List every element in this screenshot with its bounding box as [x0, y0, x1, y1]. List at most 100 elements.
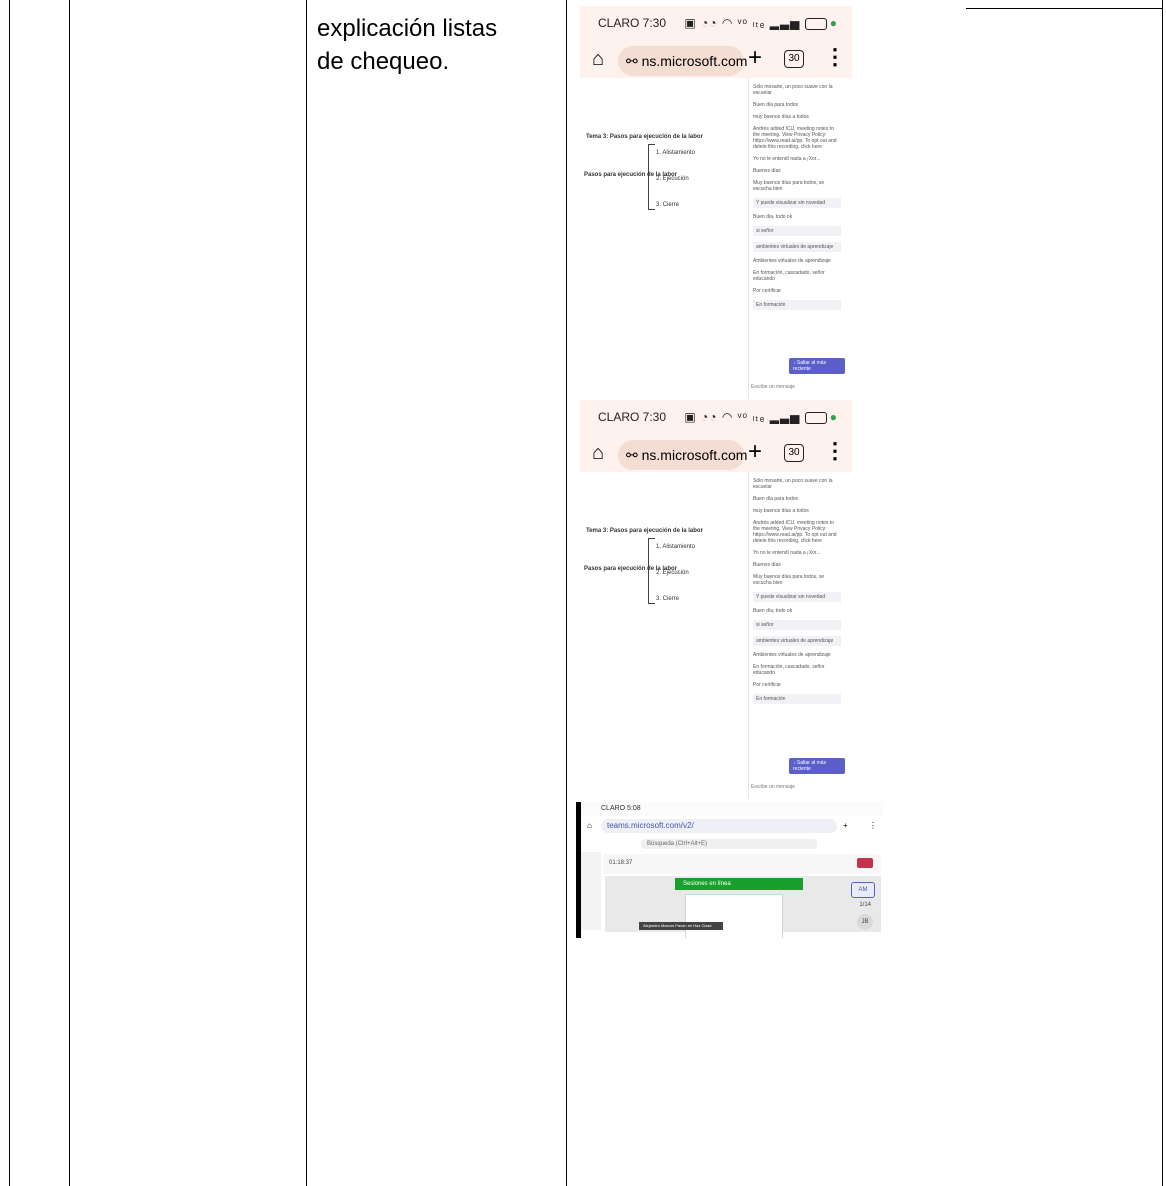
chat-message: Buen día para todos [753, 102, 799, 108]
chat-compose-box: Escribe un mensaje [751, 784, 795, 790]
more-menu-icon: ⋮ [869, 821, 877, 830]
tablet-status-bar: CLARO 5:08 [581, 802, 883, 816]
teams-content: Tema 3: Pasos para ejecución de la labor… [580, 78, 852, 398]
slide-item-3: 3. Cierre [656, 596, 680, 602]
app-rail [581, 852, 601, 930]
more-menu-icon: ⋮ [824, 44, 846, 69]
activity-description: explicación listas de chequeo. [317, 12, 557, 78]
address-bar: ⚯ ns.microsoft.com [618, 46, 747, 76]
chat-message: Sólo mosarte, un poco suave con la escue… [753, 478, 833, 490]
slide-item-1: 1. Alistamiento [656, 150, 696, 156]
evidence-screenshot-1: CLARO 7:30 ▣ ◔◔ ◠ ᵛᵒ ₗₜₑ ▂▃▅ ● ⌂ ⚯ ns.mi… [580, 6, 852, 398]
evidence-screenshot-3: CLARO 5:08 ⌂ teams.microsoft.com/v2/ + ⋮… [576, 802, 883, 938]
slide-item-2: 2. Ejecución [656, 570, 689, 576]
chat-message: En formación [753, 694, 841, 704]
address-url: ns.microsoft.com [641, 447, 748, 463]
chat-message: Buen día, todo ok [753, 608, 793, 614]
shared-content-title: Sesiones en línea [675, 878, 803, 890]
chat-message: Andrés added ICU, meeting notes to the m… [753, 126, 837, 150]
chat-message: Muy buenos días para todos, se escucha b… [753, 574, 825, 586]
slide-title: Tema 3: Pasos para ejecución de la labor [586, 528, 703, 534]
notification-dot-icon: ● [829, 410, 838, 424]
chat-message: Sólo mosarte, un poco suave con la escue… [753, 84, 833, 96]
chat-message: En formación [753, 300, 841, 310]
chat-message: Y puede visualizar sin novedad [753, 198, 841, 208]
chat-message: Buen día para todos [753, 496, 799, 502]
new-tab-icon: + [748, 438, 763, 465]
activity-description-line-2: de chequeo. [317, 48, 450, 75]
new-tab-icon: + [843, 821, 848, 830]
slide-item-3: 3. Cierre [656, 202, 680, 208]
table-row-divider [966, 8, 1163, 9]
call-timer: 01:18:37 [609, 860, 633, 866]
carrier-time: CLARO 5:08 [601, 805, 641, 812]
status-icons: ▣ ◔◔ ◠ ᵛᵒ ₗₜₑ ▂▃▅ ● [684, 410, 838, 424]
home-icon: ⌂ [592, 442, 605, 464]
chat-message: muy buenos días a todos [753, 114, 809, 120]
teams-content: Tema 3: Pasos para ejecución de la labor… [580, 472, 852, 798]
battery-icon [804, 17, 827, 30]
new-tab-icon: + [748, 44, 763, 71]
browser-toolbar: ⌂ ⚯ ns.microsoft.com + 30 ⋮ [580, 438, 852, 474]
chat-message: Y puede visualizar sin novedad [753, 592, 841, 602]
meeting-chat: Sólo mosarte, un poco suave con la escue… [748, 78, 845, 398]
chat-message: Buen día, todo ok [753, 214, 793, 220]
notification-dot-icon: ● [829, 16, 838, 30]
home-icon: ⌂ [592, 48, 605, 70]
tab-count: 30 [784, 444, 804, 462]
phone-status-bar: CLARO 7:30 ▣ ◔◔ ◠ ᵛᵒ ₗₜₑ ▂▃▅ ● [580, 6, 852, 42]
page-indicator: 1/14 [859, 902, 871, 908]
address-bar: teams.microsoft.com/v2/ [601, 819, 837, 833]
battery-icon [804, 411, 827, 424]
chat-message: Muy buenos días para todos, se escucha b… [753, 180, 825, 192]
chat-message: si señor [753, 226, 841, 236]
participant-tile: AM [851, 882, 875, 898]
chat-message: Buenos días [753, 168, 781, 174]
table-column-divider-3 [566, 0, 567, 1186]
search-box: Búsqueda (Ctrl+Alt+E) [641, 839, 817, 849]
browser-toolbar: ⌂ teams.microsoft.com/v2/ + ⋮ [581, 816, 883, 836]
address-bar: ⚯ ns.microsoft.com [618, 440, 747, 470]
chat-message: ambientes virtuales de aprendizaje [753, 636, 841, 646]
table-border-right [1162, 0, 1163, 1186]
chat-message: Andrés added ICU, meeting notes to the m… [753, 520, 837, 544]
presenter-caption: Alejandro Marcos Pavón en Haz Clase [639, 922, 723, 930]
address-url: ns.microsoft.com [641, 53, 748, 69]
table-column-divider-1 [69, 0, 70, 1186]
shared-slide: Tema 3: Pasos para ejecución de la labor… [584, 528, 746, 612]
phone-status-bar: CLARO 7:30 ▣ ◔◔ ◠ ᵛᵒ ₗₜₑ ▂▃▅ ● [580, 400, 852, 436]
chat-message: Yo no le entendí nada a ¡Xor... [753, 156, 821, 162]
carrier-time: CLARO 7:30 [598, 410, 667, 424]
chat-message: Por certificar [753, 288, 782, 294]
tab-count: 30 [784, 50, 804, 68]
chat-message: Buenos días [753, 562, 781, 568]
table-column-divider-2 [306, 0, 307, 1186]
carrier-time: CLARO 7:30 [598, 16, 667, 30]
participant-avatar: JB [857, 914, 873, 930]
table-border-left [9, 0, 10, 1186]
leave-call-icon [857, 858, 873, 868]
chat-message: Por certificar [753, 682, 782, 688]
chat-message: En formación, cascadado, señor educando [753, 270, 825, 282]
more-menu-icon: ⋮ [824, 438, 846, 463]
evidence-screenshot-2: CLARO 7:30 ▣ ◔◔ ◠ ᵛᵒ ₗₜₑ ▂▃▅ ● ⌂ ⚯ ns.mi… [580, 400, 852, 798]
slide-title: Tema 3: Pasos para ejecución de la labor [586, 134, 703, 140]
chat-message: Ambientes virtuales de aprendizaje [753, 652, 831, 658]
slide-item-1: 1. Alistamiento [656, 544, 696, 550]
shared-slide: Tema 3: Pasos para ejecución de la labor… [584, 134, 746, 218]
meeting-chat: Sólo mosarte, un poco suave con la escue… [748, 472, 845, 798]
chat-message: Ambientes virtuales de aprendizaje [753, 258, 831, 264]
home-icon: ⌂ [587, 821, 592, 830]
chat-message: ambientes virtuales de aprendizaje [753, 242, 841, 252]
chat-message: En formación, cascadado, señor educando [753, 664, 825, 676]
slide-item-2: 2. Ejecución [656, 176, 689, 182]
chat-message: muy buenos días a todos [753, 508, 809, 514]
meeting-toolbar: 01:18:37 [603, 854, 881, 874]
jump-to-latest-button: ↓ Saltar al más reciente [789, 758, 845, 774]
chat-compose-box: Escribe un mensaje [751, 384, 795, 390]
shared-screen-thumbnail [685, 894, 783, 938]
meeting-stage: Sesiones en línea AM 1/14 JB Alejandro M… [605, 876, 881, 938]
browser-toolbar: ⌂ ⚯ ns.microsoft.com + 30 ⋮ [580, 44, 852, 80]
chat-message: si señor [753, 620, 841, 630]
jump-to-latest-button: ↓ Saltar al más reciente [789, 358, 845, 374]
